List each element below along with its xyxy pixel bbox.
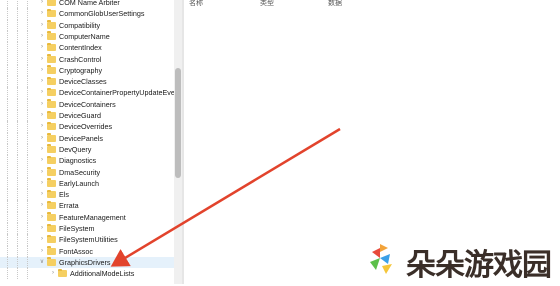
watermark-text: 朵朵游戏园 [406, 248, 552, 283]
watermark: 朵朵游戏园 [362, 234, 560, 284]
watermark-logo-icon [370, 244, 392, 274]
annotation-arrow-line [110, 127, 341, 267]
